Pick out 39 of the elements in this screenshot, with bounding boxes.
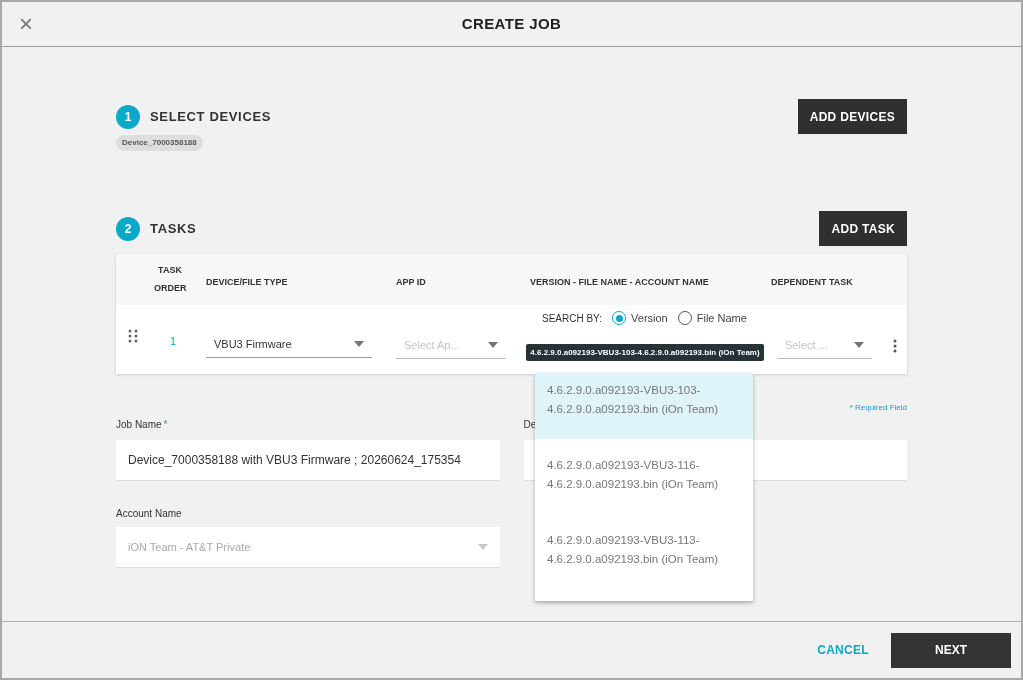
required-mark: * — [163, 417, 168, 432]
dropdown-option[interactable]: 4.6.2.9.0.a092193-VBU3-103-4.6.2.9.0.a092193.bin (iOn Team) — [535, 373, 753, 439]
field-label: Job Name — [116, 417, 162, 432]
caret-icon — [477, 544, 488, 550]
caret-icon — [354, 341, 364, 347]
step-number-badge: 2 — [116, 216, 140, 241]
add-button[interactable]: ADD TASK — [819, 211, 907, 246]
column-header: VERSION - FILE NAME - ACCOUNT NAME — [530, 275, 709, 289]
dropdown-option[interactable]: 4.6.2.9.0.a092193-VBU3-116-4.6.2.9.0.a092193.bin (iOn Team) — [535, 448, 753, 514]
radio-option[interactable]: File Name — [677, 310, 747, 327]
column-header: DEVICE/FILE TYPE — [206, 275, 288, 289]
section-title: SELECT DEVICES — [150, 107, 272, 126]
close-button[interactable]: × — [16, 12, 36, 36]
required-field-note: * Required Field — [849, 402, 907, 414]
search-by-label: SEARCH BY: — [542, 311, 603, 326]
section-title: TASKS — [150, 219, 197, 238]
more-options-icon[interactable] — [892, 338, 898, 353]
next-button[interactable]: NEXT — [891, 632, 1011, 668]
select-placeholder: Select Ap... — [404, 337, 460, 353]
dialog-title: CREATE JOB — [461, 13, 562, 34]
step-number-badge: 1 — [116, 104, 140, 129]
dropdown-option[interactable]: 4.6.2.9.0.a092193-VBU3-113-4.6.2.9.0.a092193.bin (iOn Team) — [535, 523, 753, 589]
column-header: TASK ORDER — [154, 264, 186, 295]
caret-icon — [488, 342, 498, 348]
device-chip[interactable]: Device_7000358188 — [116, 135, 203, 151]
select-placeholder: Select ... — [785, 337, 828, 353]
field-label: Account Name — [116, 506, 182, 521]
select-value: iON Team - AT&T Private — [128, 539, 251, 555]
column-header: DEPENDENT TASK — [771, 275, 853, 289]
task-order-number: 1 — [170, 334, 177, 347]
select-value: VBU3 Firmware — [214, 336, 292, 352]
text-field[interactable]: Device_7000358188 with VBU3 Firmware ; 20260624_175354 — [116, 440, 500, 481]
type-select[interactable]: VBU3 Firmware — [206, 331, 372, 358]
add-button[interactable]: ADD DEVICES — [797, 99, 907, 134]
caret-icon — [854, 342, 864, 348]
radio-option[interactable]: Version — [612, 310, 668, 327]
column-header: APP ID — [396, 275, 426, 289]
tooltip-text: 4.6.2.9.0.a092193-VBU3-103-4.6.2.9.0.a092193.bin (iOn Team) — [526, 344, 764, 361]
drag-handle-icon[interactable] — [128, 329, 138, 343]
